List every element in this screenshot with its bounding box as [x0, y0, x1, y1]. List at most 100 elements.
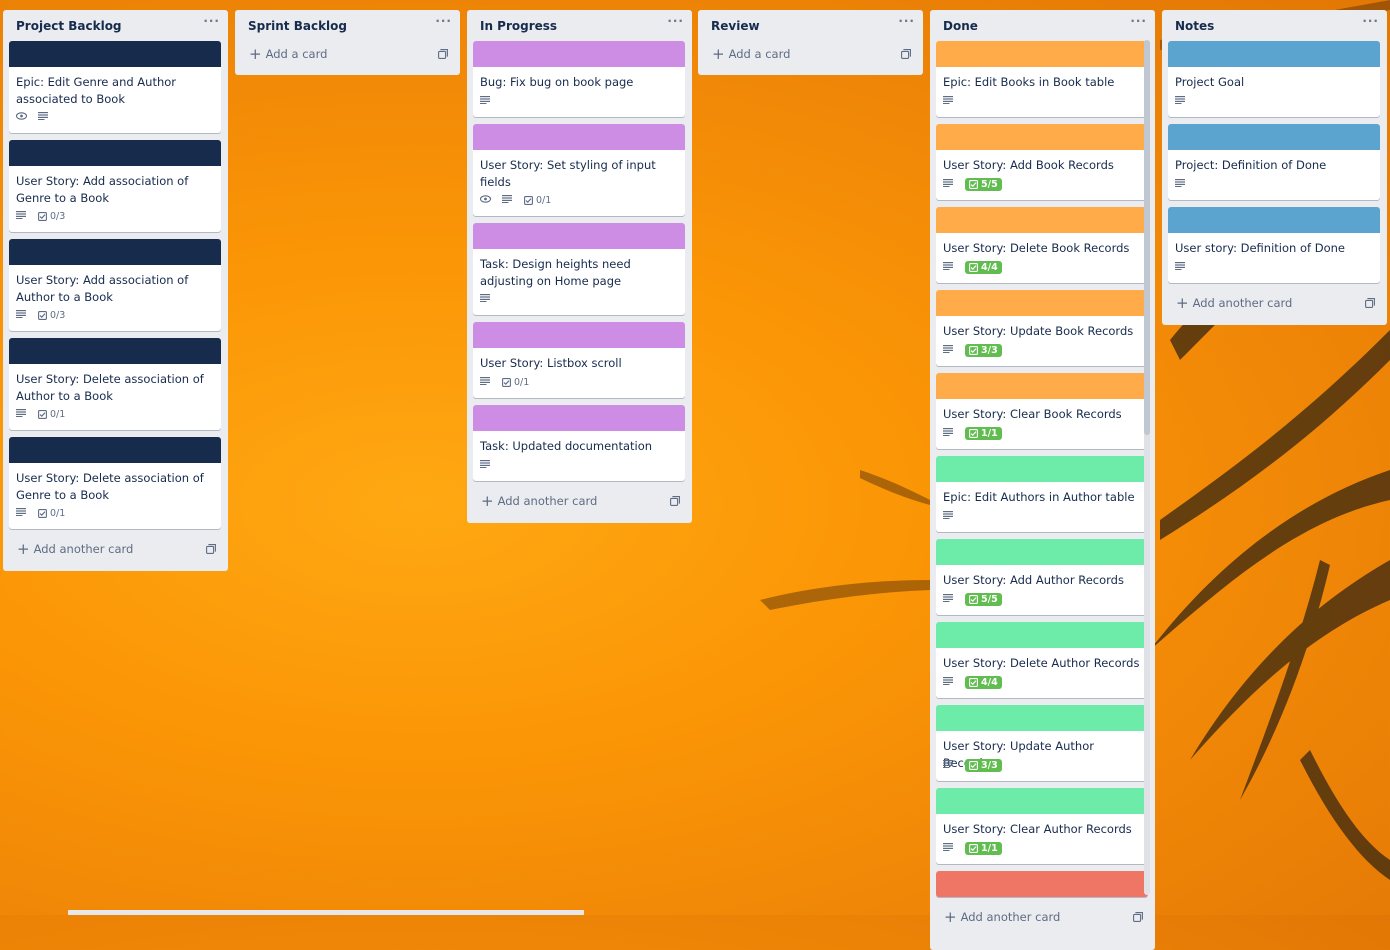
list-menu-icon[interactable]: ··· — [1362, 14, 1379, 28]
card-label — [1168, 124, 1380, 150]
list-review: Review ··· + Add a card — [698, 10, 923, 75]
add-card-button[interactable]: + Add another card — [1168, 290, 1381, 316]
description-icon — [943, 511, 954, 521]
checklist-icon — [38, 508, 50, 518]
card-title: Bug: Fix bug on book page — [480, 75, 634, 89]
card[interactable]: User Story: Delete Book Records 4/4 — [936, 207, 1148, 283]
card[interactable]: Project: Definition of Done — [1168, 124, 1380, 200]
checklist-badge: 4/4 — [965, 260, 1002, 274]
card-badges: 0/1 — [480, 374, 535, 390]
list-title[interactable]: Notes — [1175, 19, 1214, 33]
card-label — [473, 405, 685, 431]
card[interactable]: User Story: Clear Book Records 1/1 — [936, 373, 1148, 449]
card[interactable]: User Story: Listbox scroll 0/1 — [473, 322, 685, 398]
list-menu-icon[interactable]: ··· — [667, 14, 684, 28]
description-icon — [38, 112, 49, 122]
checklist-icon — [969, 428, 981, 438]
card-title: Project Goal — [1175, 75, 1245, 89]
create-from-template-icon[interactable] — [206, 543, 216, 557]
list-header[interactable]: In Progress ··· — [467, 10, 692, 41]
card[interactable]: User Story: Add association of Author to… — [9, 239, 221, 331]
list-menu-icon[interactable]: ··· — [435, 14, 452, 28]
card-title: User Story: Delete association of Genre … — [16, 471, 204, 502]
done-list-scrollbar-thumb[interactable] — [1144, 40, 1150, 435]
card-badges: 0/3 — [16, 307, 71, 323]
create-from-template-icon[interactable] — [1365, 297, 1375, 311]
board-horizontal-scrollbar[interactable] — [68, 910, 584, 915]
create-from-template-icon[interactable] — [901, 48, 911, 62]
card[interactable]: Bug: Fix bug on book page — [473, 41, 685, 117]
create-from-template-icon[interactable] — [670, 495, 680, 509]
card-badges: 1/1 — [943, 840, 1008, 856]
card[interactable]: User Story: Add Book Records 5/5 — [936, 124, 1148, 200]
card[interactable]: User Story: Delete association of Author… — [9, 338, 221, 430]
card-title: User Story: Update Book Records — [943, 324, 1134, 338]
checklist-badge: 3/3 — [965, 343, 1002, 357]
card-label — [473, 322, 685, 348]
create-from-template-icon[interactable] — [1133, 911, 1143, 925]
card[interactable]: User Story: Update Author Records3/3 — [936, 705, 1148, 781]
checklist-badge: 1/1 — [965, 426, 1002, 440]
card[interactable]: User Story: Clear Author Records 1/1 — [936, 788, 1148, 864]
plus-icon: + — [1176, 293, 1189, 312]
checklist-badge: 1/1 — [965, 841, 1002, 855]
list-header[interactable]: Project Backlog ··· — [3, 10, 228, 41]
add-card-label: Add another card — [960, 910, 1061, 924]
card[interactable]: Epic: Edit Books in Book table — [936, 41, 1148, 117]
description-icon — [943, 428, 954, 438]
card[interactable]: Task: Design heights need adjusting on H… — [473, 223, 685, 315]
list-menu-icon[interactable]: ··· — [203, 14, 220, 28]
card-badges: 0/3 — [16, 208, 71, 224]
checklist-badge: 0/1 — [502, 377, 529, 388]
card-badges: 5/5 — [943, 591, 1008, 607]
list-title[interactable]: In Progress — [480, 19, 557, 33]
description-icon — [1175, 262, 1186, 272]
card-badges — [943, 93, 965, 109]
add-card-button[interactable]: + Add another card — [936, 904, 1149, 930]
card[interactable]: User Story: Update Book Records 3/3 — [936, 290, 1148, 366]
create-from-template-icon[interactable] — [438, 48, 448, 62]
card-badges — [480, 457, 502, 473]
list-header[interactable]: Review ··· — [698, 10, 923, 41]
list-menu-icon[interactable]: ··· — [898, 14, 915, 28]
card[interactable]: User Story: Delete Author Records 4/4 — [936, 622, 1148, 698]
add-card-button[interactable]: + Add another card — [473, 488, 686, 514]
card[interactable]: User Story: Set styling of input fields 0… — [473, 124, 685, 216]
list-header[interactable]: Done ··· — [930, 10, 1155, 41]
checklist-count: 3/3 — [981, 344, 998, 356]
list-title[interactable]: Review — [711, 19, 760, 33]
card[interactable]: Epic: Edit Authors in Author table — [936, 456, 1148, 532]
card[interactable]: User Story: Delete association of Genre … — [9, 437, 221, 529]
card[interactable]: Project Goal — [1168, 41, 1380, 117]
description-icon — [943, 262, 954, 272]
card-title: Task: Updated documentation — [480, 439, 653, 453]
card-badges — [15, 109, 60, 125]
card[interactable]: User Story: Add association of Genre to … — [9, 140, 221, 232]
add-card-button[interactable]: + Add a card — [704, 41, 917, 67]
list-in-progress: In Progress ··· Bug: Fix bug on book page U… — [467, 10, 692, 523]
list-title[interactable]: Sprint Backlog — [248, 19, 347, 33]
card-label — [9, 437, 221, 463]
card-label — [936, 705, 1148, 731]
add-card-button[interactable]: + Add a card — [241, 41, 454, 67]
card-title: User Story: Listbox scroll — [480, 356, 622, 370]
list-title[interactable]: Done — [943, 19, 978, 33]
card[interactable] — [936, 871, 1148, 897]
card[interactable]: Epic: Edit Genre and Author associated t… — [9, 41, 221, 133]
card[interactable]: User story: Definition of Done — [1168, 207, 1380, 283]
list-header[interactable]: Sprint Backlog ··· — [235, 10, 460, 41]
card[interactable]: User Story: Add Author Records 5/5 — [936, 539, 1148, 615]
add-card-label: Add another card — [497, 494, 598, 508]
card-title: User Story: Add association of Genre to … — [16, 174, 189, 205]
list-header[interactable]: Notes ··· — [1162, 10, 1387, 41]
card-label — [936, 456, 1148, 482]
checklist-count: 0/1 — [50, 507, 66, 519]
checklist-count: 4/4 — [981, 261, 998, 273]
card-label — [936, 290, 1148, 316]
add-card-button[interactable]: + Add another card — [9, 536, 222, 562]
card-title: User Story: Delete Book Records — [943, 241, 1130, 255]
list-menu-icon[interactable]: ··· — [1130, 14, 1147, 28]
card-badges — [1175, 259, 1197, 275]
list-title[interactable]: Project Backlog — [16, 19, 122, 33]
card[interactable]: Task: Updated documentation — [473, 405, 685, 481]
